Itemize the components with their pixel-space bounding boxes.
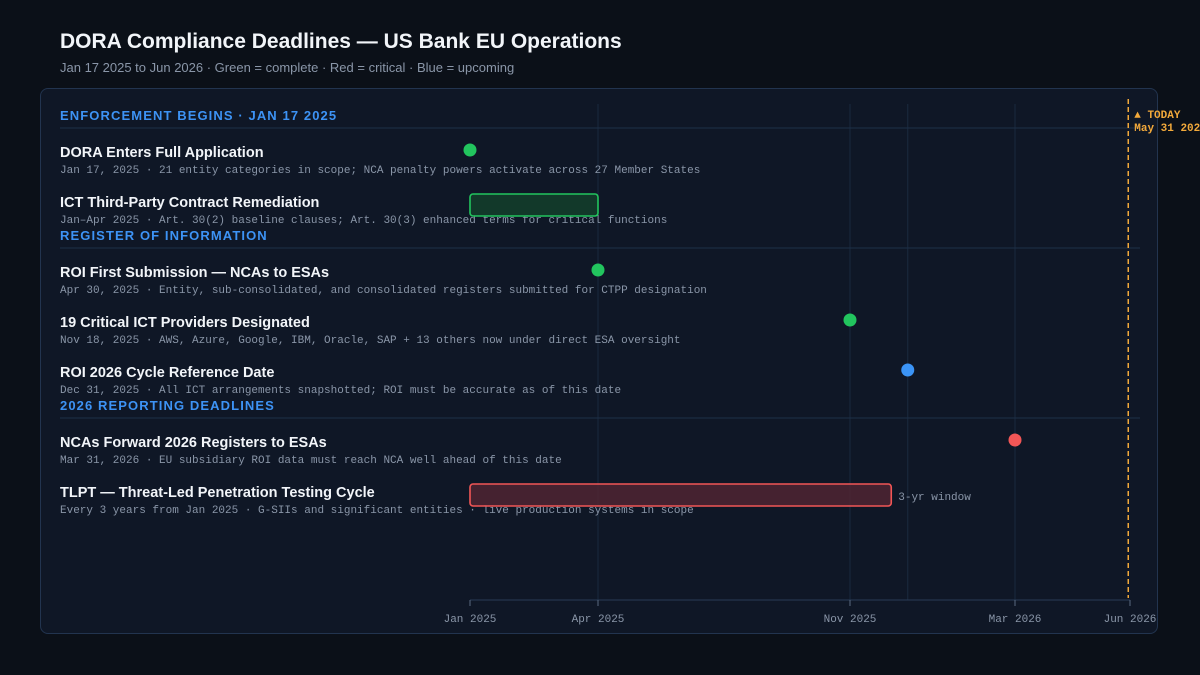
event-description: Apr 30, 2025 · Entity, sub-consolidated,… <box>60 285 707 297</box>
x-tick-label: Apr 2025 <box>572 614 625 626</box>
event-title: 19 Critical ICT Providers Designated <box>60 315 310 331</box>
x-tick-label: Jan 2025 <box>444 614 497 626</box>
event-description: Dec 31, 2025 · All ICT arrangements snap… <box>60 385 621 397</box>
event-marker <box>463 143 477 157</box>
section-title: 2026 REPORTING DEADLINES <box>60 398 275 413</box>
event-bar <box>469 483 893 507</box>
x-tick-label: Jun 2026 <box>1104 614 1157 626</box>
event-description: Mar 31, 2026 · EU subsidiary ROI data mu… <box>60 455 562 467</box>
x-tick-label: Nov 2025 <box>824 614 877 626</box>
section-title: ENFORCEMENT BEGINS · JAN 17 2025 <box>60 108 337 123</box>
event-title: TLPT — Threat-Led Penetration Testing Cy… <box>60 485 375 501</box>
event-title: ROI First Submission — NCAs to ESAs <box>60 265 329 281</box>
event-marker <box>1008 433 1022 447</box>
x-tick-label: Mar 2026 <box>989 614 1042 626</box>
event-bar <box>469 193 599 217</box>
section-title: REGISTER OF INFORMATION <box>60 228 268 243</box>
bar-note: 3-yr window <box>898 492 971 504</box>
event-description: Jan 17, 2025 · 21 entity categories in s… <box>60 165 700 177</box>
today-label: ▲ TODAY <box>1134 110 1181 122</box>
event-marker <box>843 313 857 327</box>
timeline-chart: ENFORCEMENT BEGINS · JAN 17 2025 DORA Ent… <box>60 99 1200 626</box>
event-title: NCAs Forward 2026 Registers to ESAs <box>60 435 327 451</box>
event-marker <box>591 263 605 277</box>
event-marker <box>901 363 915 377</box>
today-date-label: May 31 2026 <box>1134 123 1200 135</box>
event-title: ICT Third-Party Contract Remediation <box>60 195 319 211</box>
event-description: Nov 18, 2025 · AWS, Azure, Google, IBM, … <box>60 335 681 347</box>
event-title: DORA Enters Full Application <box>60 145 264 161</box>
event-title: ROI 2026 Cycle Reference Date <box>60 365 274 381</box>
